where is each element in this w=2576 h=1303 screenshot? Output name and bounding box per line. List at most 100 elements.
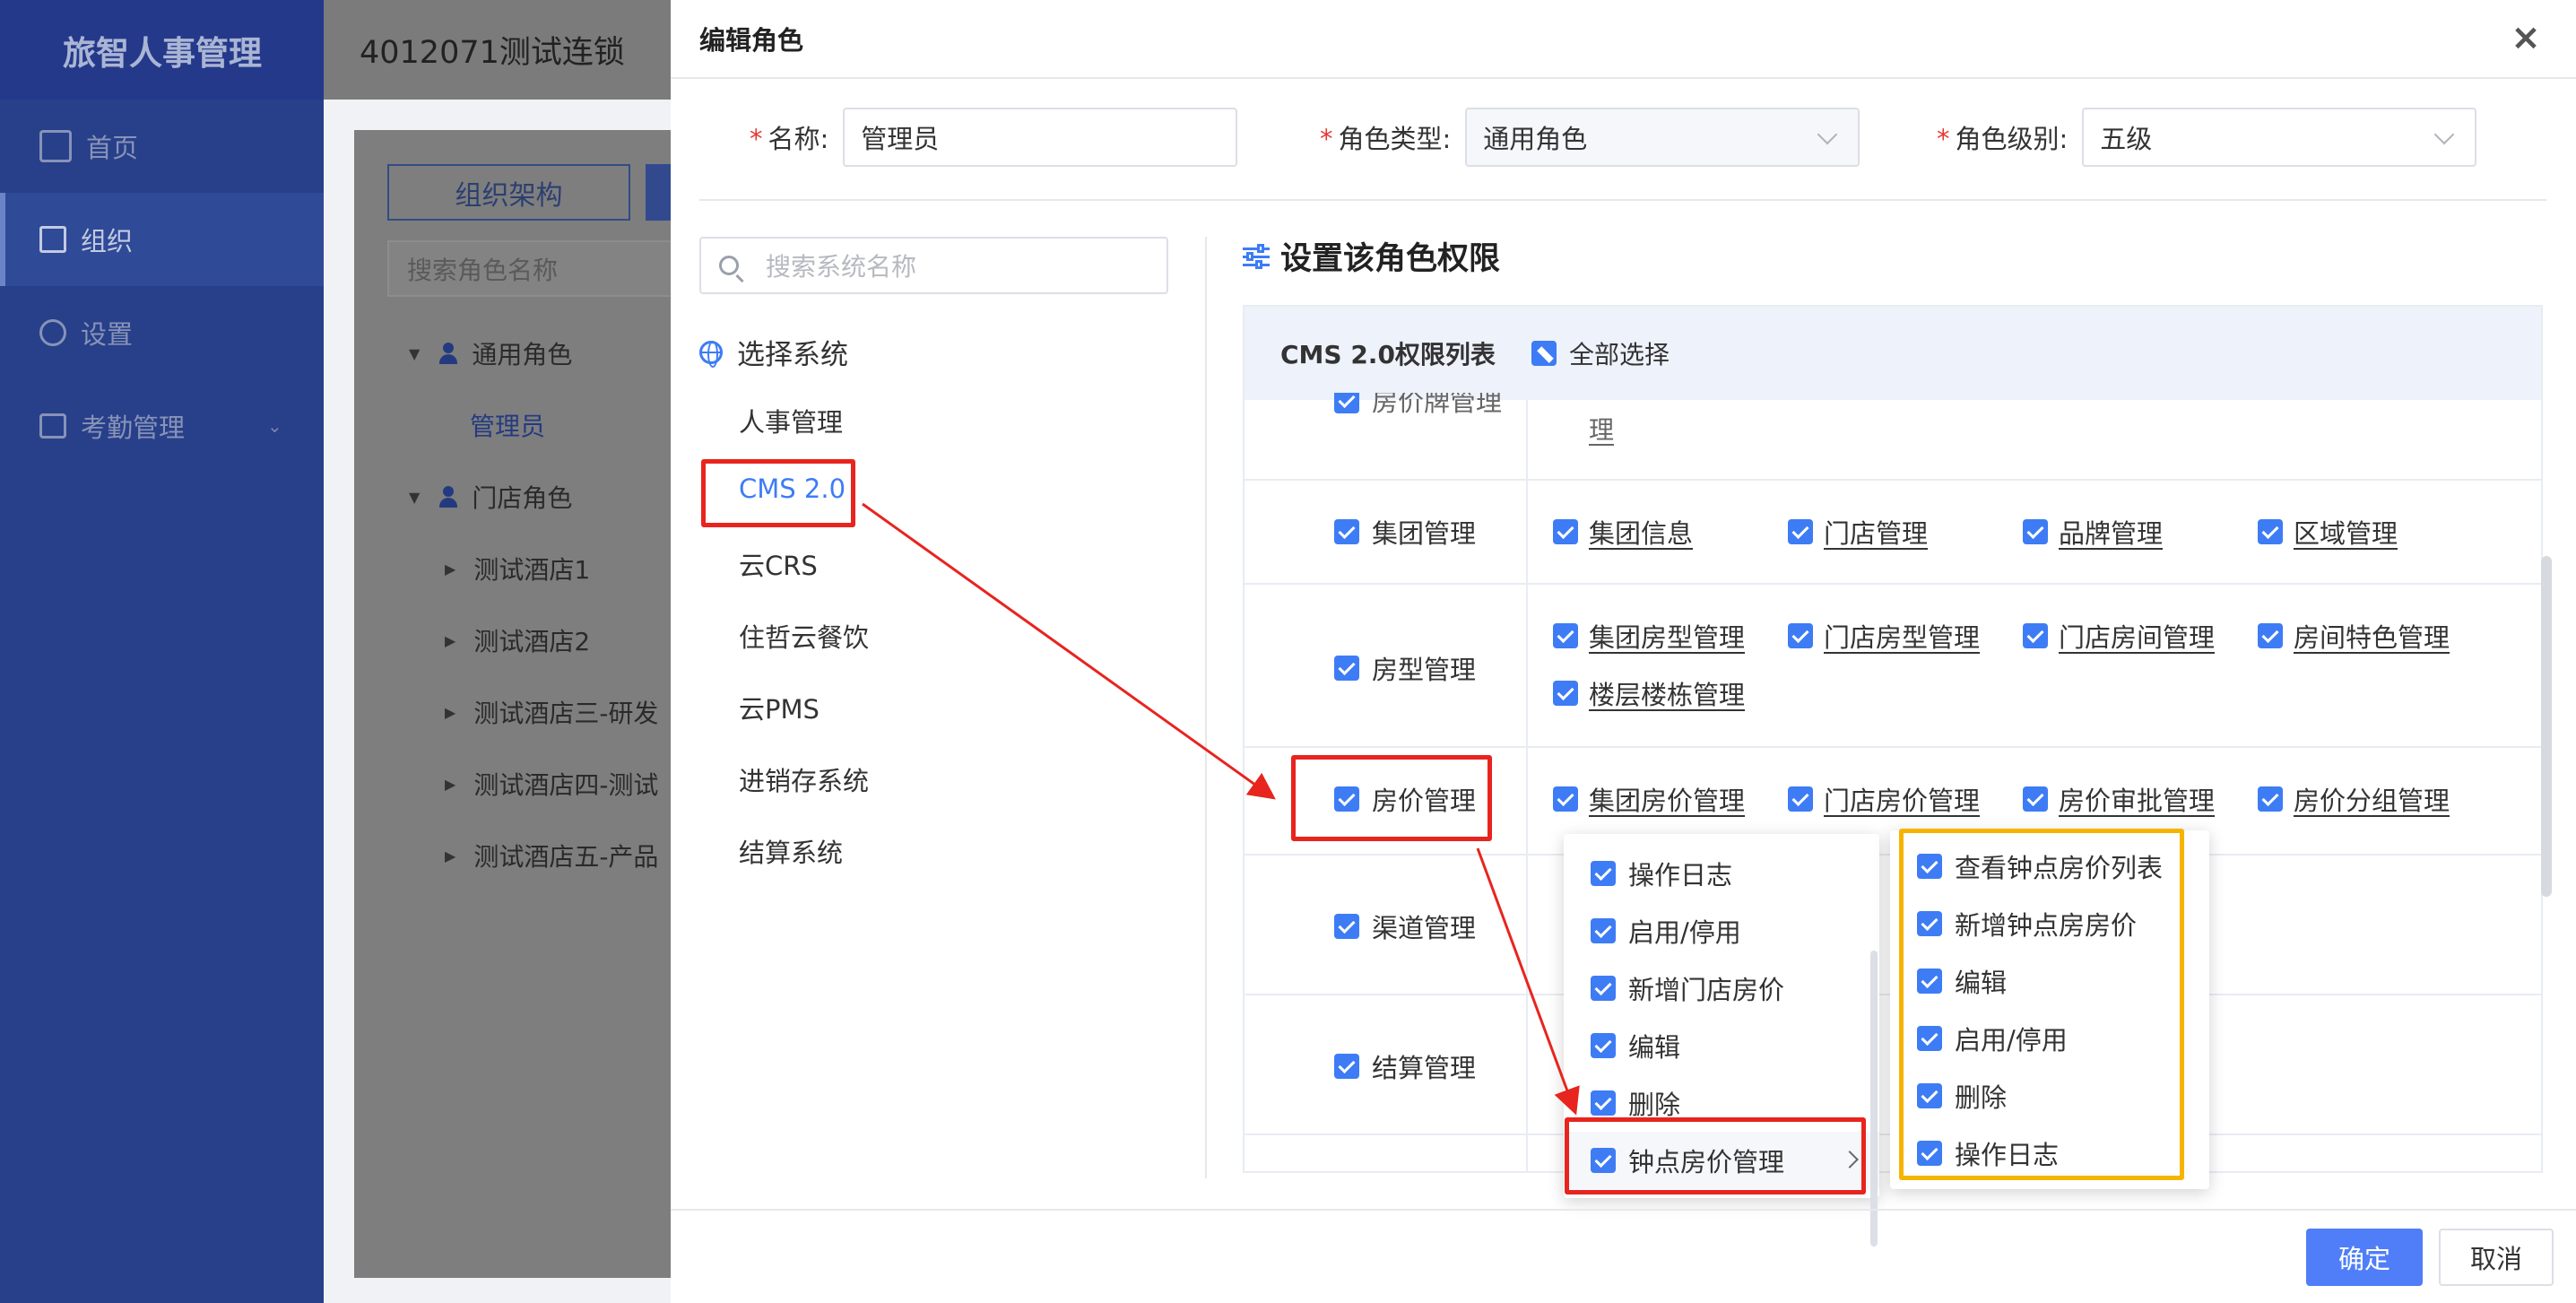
checkbox-icon <box>2023 623 2048 648</box>
checkbox-icon <box>1591 918 1616 943</box>
row-category-channel[interactable]: 渠道管理 <box>1334 908 1476 945</box>
chevron-down-icon <box>2433 124 2455 145</box>
select-all-label: 全部选择 <box>1568 340 1670 369</box>
name-input[interactable]: 管理员 <box>843 108 1238 167</box>
checkbox-icon <box>1788 786 1813 812</box>
system-item-pms[interactable]: 云PMS <box>739 689 820 726</box>
org-structure-button[interactable]: 组织架构 <box>387 164 630 221</box>
tree-node-store-child[interactable]: ▶ 测试酒店三-研发 <box>445 694 658 730</box>
checkbox-icon <box>1591 861 1616 886</box>
checkbox-icon <box>1553 519 1578 544</box>
permission-item[interactable]: 集团房型管理 <box>1553 617 1745 655</box>
system-item-hr[interactable]: 人事管理 <box>739 402 843 439</box>
checkbox-icon <box>1334 1054 1359 1079</box>
tree-node-general[interactable]: ▼ 通用角色 <box>409 335 572 371</box>
role-type-value: 通用角色 <box>1483 124 1588 154</box>
annotation-box <box>1565 1117 1866 1194</box>
tree-node-store[interactable]: ▼ 门店角色 <box>409 479 572 515</box>
submenu-item[interactable]: 新增门店房价 <box>1564 960 1879 1017</box>
checkbox-icon <box>2258 786 2283 812</box>
modal-header: 编辑角色 × <box>671 0 2576 79</box>
role-type-label: * 角色类型: <box>1320 124 1452 154</box>
permission-item[interactable]: 集团信息 <box>1553 513 1693 551</box>
permission-item[interactable]: 门店房间管理 <box>2023 617 2215 655</box>
divider <box>1205 237 1207 1178</box>
permission-item[interactable]: 门店房价管理 <box>1788 780 1980 818</box>
tree-label: 测试酒店五-产品 <box>473 842 659 872</box>
row-divider <box>1245 746 2541 748</box>
submenu-item[interactable]: 编辑 <box>1564 1017 1879 1074</box>
permission-item[interactable]: 集团房价管理 <box>1553 780 1745 818</box>
caret-right-icon: ▶ <box>445 631 456 649</box>
system-title-label: 选择系统 <box>737 339 848 371</box>
tree-node-store-child[interactable]: ▶ 测试酒店2 <box>445 622 590 658</box>
role-form-row: * 名称: 管理员 * 角色类型: 通用角色 * 角色级别: 五级 <box>671 108 2576 167</box>
edit-role-modal: 编辑角色 × * 名称: 管理员 * 角色类型: 通用角色 * 角色级别: 五级 搜索… <box>671 0 2576 1303</box>
submenu-scrollbar[interactable] <box>1870 951 1878 1247</box>
caret-right-icon: ▶ <box>445 703 456 721</box>
select-all-checkbox[interactable]: 全部选择 <box>1531 335 1670 371</box>
tree-label: 测试酒店1 <box>473 555 591 585</box>
annotation-box <box>1899 829 2184 1180</box>
permission-item[interactable]: 房价审批管理 <box>2023 780 2215 818</box>
role-search-input[interactable]: 搜索角色名称 <box>387 240 701 297</box>
row-category-settlement[interactable]: 结算管理 <box>1334 1047 1476 1085</box>
tree-node-store-child[interactable]: ▶ 测试酒店四-测试 <box>445 766 658 802</box>
checkbox-icon <box>2023 519 2048 544</box>
tree-node-store-child[interactable]: ▶ 测试酒店1 <box>445 551 590 586</box>
user-icon <box>438 486 459 508</box>
divider <box>671 1209 2576 1211</box>
system-section-title: 选择系统 <box>699 332 848 372</box>
divider <box>699 199 2546 201</box>
tree-node-admin[interactable]: 管理员 <box>470 407 545 443</box>
permission-item[interactable]: 楼层楼栋管理 <box>1553 674 1745 712</box>
permission-item[interactable]: 房价分组管理 <box>2258 780 2450 818</box>
row-category-partial[interactable]: 房价牌管理 <box>1334 393 1502 420</box>
row-divider <box>1245 583 2541 585</box>
confirm-button[interactable]: 确定 <box>2306 1229 2423 1286</box>
caret-down-icon: ▼ <box>409 344 421 362</box>
tree-label: 测试酒店四-测试 <box>473 770 659 800</box>
system-item-catering[interactable]: 住哲云餐饮 <box>739 617 869 655</box>
checkbox-icon <box>1788 519 1813 544</box>
user-icon <box>438 343 459 364</box>
row-category-group[interactable]: 集团管理 <box>1334 513 1476 551</box>
tree-label: 测试酒店2 <box>473 627 591 656</box>
submenu-item[interactable]: 操作日志 <box>1564 845 1879 902</box>
permission-item[interactable]: 品牌管理 <box>2023 513 2163 551</box>
header-title: 4012071测试连锁 <box>360 35 625 71</box>
tree-label: 管理员 <box>470 412 546 441</box>
chevron-down-icon <box>1817 124 1838 145</box>
checkbox-icon <box>1553 681 1578 706</box>
nav-item-attendance[interactable]: 考勤管理 ⌄ <box>0 379 324 473</box>
divider <box>1526 400 1528 1171</box>
table-header: CMS 2.0权限列表 全部选择 <box>1245 307 2541 400</box>
system-item-inventory[interactable]: 进销存系统 <box>739 760 869 798</box>
org-icon <box>39 226 66 253</box>
caret-right-icon: ▶ <box>445 847 456 864</box>
table-scrollbar[interactable] <box>2541 556 2552 897</box>
name-field: * 名称: 管理员 <box>750 108 1238 167</box>
submenu-item[interactable]: 启用/停用 <box>1564 902 1879 960</box>
cancel-button[interactable]: 取消 <box>2439 1229 2554 1286</box>
role-type-select[interactable]: 通用角色 <box>1465 108 1860 167</box>
nav-item-home[interactable]: 首页 <box>0 100 324 193</box>
nav-item-settings[interactable]: 设置 <box>0 286 324 379</box>
nav-item-org[interactable]: 组织 <box>0 193 324 286</box>
close-icon[interactable]: × <box>2508 20 2544 56</box>
row-category-roomtype[interactable]: 房型管理 <box>1334 649 1476 687</box>
permission-item[interactable]: 房间特色管理 <box>2258 617 2450 655</box>
annotation-box <box>1291 755 1492 841</box>
tree-node-store-child[interactable]: ▶ 测试酒店五-产品 <box>445 838 658 873</box>
table-title: CMS 2.0权限列表 <box>1280 340 1496 369</box>
permission-item[interactable]: 区域管理 <box>2258 513 2398 551</box>
system-item-settlement[interactable]: 结算系统 <box>739 832 843 870</box>
checkbox-icon <box>1334 914 1359 939</box>
role-level-label: * 角色级别: <box>1937 124 2069 154</box>
permission-item[interactable]: 门店房型管理 <box>1788 617 1980 655</box>
system-search-input[interactable]: 搜索系统名称 <box>699 237 1168 294</box>
permission-item[interactable]: 门店管理 <box>1788 513 1928 551</box>
role-level-select[interactable]: 五级 <box>2082 108 2477 167</box>
system-item-crs[interactable]: 云CRS <box>739 545 818 583</box>
partial-permission-item[interactable]: 理 <box>1589 411 1614 447</box>
